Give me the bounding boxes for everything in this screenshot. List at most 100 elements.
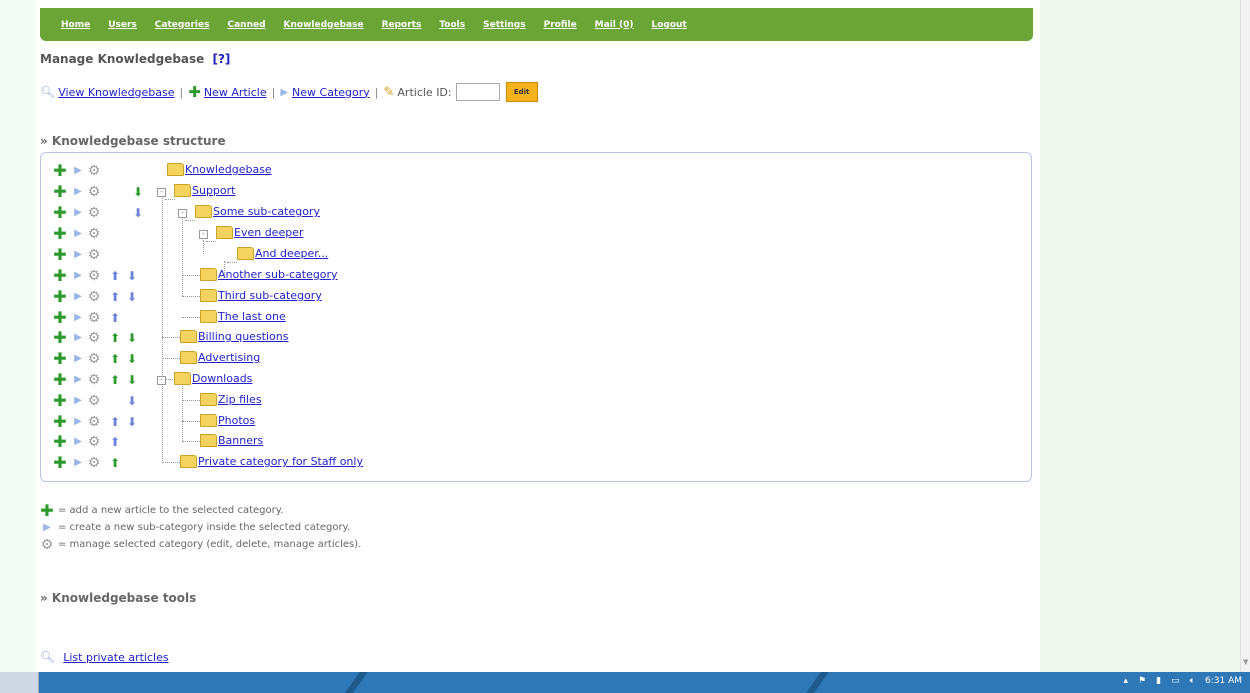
move-down-icon[interactable]: ⬇ <box>131 185 145 199</box>
move-down-icon[interactable]: ⬇ <box>125 373 139 387</box>
collapse-icon[interactable]: - <box>178 209 187 218</box>
new-article-link[interactable]: New Article <box>204 86 267 99</box>
new-subcategory-icon[interactable]: ▶ <box>71 415 85 429</box>
tree-node-link[interactable]: Even deeper <box>234 226 304 239</box>
nav-item-mail[interactable]: Mail (0) <box>595 20 634 30</box>
nav-item-tools[interactable]: Tools <box>439 20 465 30</box>
new-category-link[interactable]: New Category <box>292 86 370 99</box>
nav-item-users[interactable]: Users <box>108 20 137 30</box>
network-icon[interactable]: ▮ <box>1156 676 1161 686</box>
manage-category-icon[interactable]: ⚙ <box>87 373 101 387</box>
tree-node-link[interactable]: Banners <box>218 434 263 447</box>
nav-item-canned[interactable]: Canned <box>227 20 265 30</box>
manage-category-icon[interactable]: ⚙ <box>87 331 101 345</box>
list-private-articles-link[interactable]: List private articles <box>63 651 168 664</box>
move-down-icon[interactable]: ⬇ <box>125 269 139 283</box>
tree-node-link[interactable]: Third sub-category <box>218 289 322 302</box>
add-article-icon[interactable]: ✚ <box>53 247 67 263</box>
move-up-icon[interactable]: ⬆ <box>108 269 122 283</box>
add-article-icon[interactable]: ✚ <box>53 205 67 221</box>
new-subcategory-icon[interactable]: ▶ <box>71 435 85 449</box>
volume-icon[interactable]: 🔈︎ <box>1190 676 1195 686</box>
tree-node-link[interactable]: Photos <box>218 414 255 427</box>
new-subcategory-icon[interactable]: ▶ <box>71 185 85 199</box>
move-down-icon[interactable]: ⬇ <box>125 415 139 429</box>
move-up-icon[interactable]: ⬆ <box>108 311 122 325</box>
tree-node-link[interactable]: Support <box>192 184 235 197</box>
new-subcategory-icon[interactable]: ▶ <box>71 352 85 366</box>
tray-arrow-icon[interactable]: ▴ <box>1124 676 1129 686</box>
new-subcategory-icon[interactable]: ▶ <box>71 331 85 345</box>
move-up-icon[interactable]: ⬆ <box>108 456 122 470</box>
manage-category-icon[interactable]: ⚙ <box>87 456 101 470</box>
add-article-icon[interactable]: ✚ <box>53 310 67 326</box>
collapse-icon[interactable]: - <box>157 376 166 385</box>
tree-node-link[interactable]: Billing questions <box>198 330 288 343</box>
tree-node-link[interactable]: Downloads <box>192 372 252 385</box>
move-up-icon[interactable]: ⬆ <box>108 352 122 366</box>
new-subcategory-icon[interactable]: ▶ <box>71 394 85 408</box>
new-subcategory-icon[interactable]: ▶ <box>71 164 85 178</box>
new-subcategory-icon[interactable]: ▶ <box>71 206 85 220</box>
add-article-icon[interactable]: ✚ <box>53 393 67 409</box>
battery-icon[interactable]: ▭ <box>1171 676 1180 686</box>
manage-category-icon[interactable]: ⚙ <box>87 290 101 304</box>
add-article-icon[interactable]: ✚ <box>53 268 67 284</box>
help-link[interactable]: [?] <box>212 52 230 66</box>
add-article-icon[interactable]: ✚ <box>53 455 67 471</box>
move-up-icon[interactable]: ⬆ <box>108 290 122 304</box>
tree-node-link[interactable]: Private category for Staff only <box>198 455 363 468</box>
add-article-icon[interactable]: ✚ <box>53 226 67 242</box>
vertical-scrollbar[interactable]: ▼ <box>1240 0 1250 672</box>
nav-item-knowledgebase[interactable]: Knowledgebase <box>284 20 364 30</box>
edit-button[interactable]: Edit <box>505 82 538 102</box>
manage-category-icon[interactable]: ⚙ <box>87 164 101 178</box>
add-article-icon[interactable]: ✚ <box>53 163 67 179</box>
nav-item-profile[interactable]: Profile <box>544 20 577 30</box>
tree-node-link[interactable]: Advertising <box>198 351 260 364</box>
new-subcategory-icon[interactable]: ▶ <box>71 373 85 387</box>
new-subcategory-icon[interactable]: ▶ <box>71 311 85 325</box>
add-article-icon[interactable]: ✚ <box>53 434 67 450</box>
new-subcategory-icon[interactable]: ▶ <box>71 227 85 241</box>
add-article-icon[interactable]: ✚ <box>53 351 67 367</box>
manage-category-icon[interactable]: ⚙ <box>87 227 101 241</box>
nav-item-settings[interactable]: Settings <box>483 20 525 30</box>
article-id-input[interactable] <box>455 83 500 101</box>
manage-category-icon[interactable]: ⚙ <box>87 206 101 220</box>
move-down-icon[interactable]: ⬇ <box>125 331 139 345</box>
move-up-icon[interactable]: ⬆ <box>108 435 122 449</box>
add-article-icon[interactable]: ✚ <box>53 414 67 430</box>
new-subcategory-icon[interactable]: ▶ <box>71 290 85 304</box>
tree-node-link[interactable]: Zip files <box>218 393 262 406</box>
move-up-icon[interactable]: ⬆ <box>108 415 122 429</box>
add-article-icon[interactable]: ✚ <box>53 372 67 388</box>
new-subcategory-icon[interactable]: ▶ <box>71 248 85 262</box>
manage-category-icon[interactable]: ⚙ <box>87 269 101 283</box>
tree-node-link[interactable]: Some sub-category <box>213 205 320 218</box>
view-knowledgebase-link[interactable]: View Knowledgebase <box>58 86 174 99</box>
tree-node-link[interactable]: And deeper... <box>255 247 328 260</box>
manage-category-icon[interactable]: ⚙ <box>87 394 101 408</box>
start-button[interactable] <box>0 672 39 693</box>
collapse-icon[interactable]: - <box>157 188 166 197</box>
manage-category-icon[interactable]: ⚙ <box>87 311 101 325</box>
add-article-icon[interactable]: ✚ <box>53 289 67 305</box>
move-down-icon[interactable]: ⬇ <box>125 394 139 408</box>
move-up-icon[interactable]: ⬆ <box>108 331 122 345</box>
tree-node-link[interactable]: Another sub-category <box>218 268 338 281</box>
move-down-icon[interactable]: ⬇ <box>131 206 145 220</box>
move-up-icon[interactable]: ⬆ <box>108 373 122 387</box>
add-article-icon[interactable]: ✚ <box>53 184 67 200</box>
flag-icon[interactable]: ⚑ <box>1138 676 1146 686</box>
tree-node-link[interactable]: Knowledgebase <box>185 163 272 176</box>
scroll-down-icon[interactable]: ▼ <box>1243 658 1248 666</box>
nav-item-logout[interactable]: Logout <box>652 20 687 30</box>
manage-category-icon[interactable]: ⚙ <box>87 352 101 366</box>
nav-item-categories[interactable]: Categories <box>155 20 210 30</box>
collapse-icon[interactable]: - <box>199 230 208 239</box>
clock[interactable]: 6:31 AM <box>1205 676 1242 686</box>
nav-item-home[interactable]: Home <box>61 20 90 30</box>
move-down-icon[interactable]: ⬇ <box>125 290 139 304</box>
manage-category-icon[interactable]: ⚙ <box>87 415 101 429</box>
